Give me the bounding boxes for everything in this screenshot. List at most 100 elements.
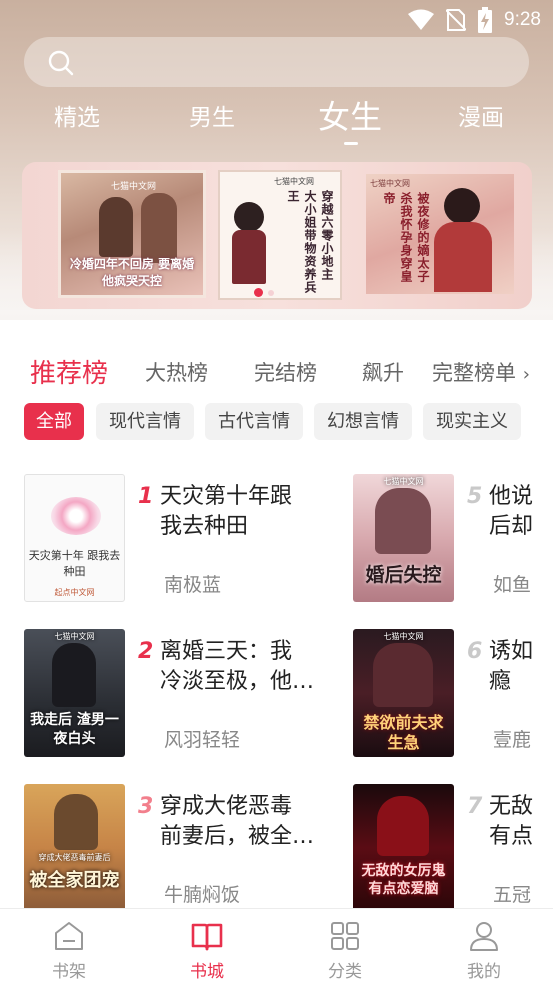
no-sim-icon xyxy=(446,9,467,31)
grid-icon xyxy=(331,922,359,950)
status-icons: 9:28 xyxy=(408,7,541,33)
ranking-tabs: 推荐榜 大热榜 完结榜 飙升 完整榜单 › xyxy=(0,345,553,395)
chip-fantasy-romance[interactable]: 幻想言情 xyxy=(314,403,412,440)
book-author: 南极蓝 xyxy=(164,574,222,596)
nav-label: 分类 xyxy=(328,962,362,982)
search-input[interactable] xyxy=(24,37,529,87)
full-ranking-label: 完整榜单 xyxy=(432,361,516,385)
promo-banner[interactable]: 七猫中文网 冷婚四年不回房 要离婚他疯哭天控 七猫中文网 穿越六零小地主 大小姐… xyxy=(22,162,532,309)
carousel-dot[interactable] xyxy=(268,290,274,296)
book-title: 离婚三天：我 冷淡至极，他… xyxy=(160,637,330,697)
battery-charging-icon xyxy=(478,7,493,33)
banner-publisher-2: 七猫中文网 xyxy=(274,177,314,186)
cover-art xyxy=(373,643,433,707)
book-cover[interactable]: 天灾第十年 跟我去种田 起点中文网 xyxy=(24,474,125,602)
nav-profile[interactable]: 我的 xyxy=(449,919,519,982)
nav-categories[interactable]: 分类 xyxy=(310,919,380,982)
cover-publisher: 七猫中文网 xyxy=(54,632,95,641)
carousel-dot-active[interactable] xyxy=(254,288,263,297)
channel-tabs: 精选 男生 女生 漫画 xyxy=(0,92,553,152)
rank-number: 7 xyxy=(467,794,483,819)
book-title-line: 有点 xyxy=(489,824,534,849)
rank-number: 1 xyxy=(138,484,154,509)
book-title-line: 后却 xyxy=(489,514,534,539)
cover-art xyxy=(377,796,429,856)
book-cover[interactable]: 七猫中文网 我走后 渣男一夜白头 xyxy=(24,629,125,757)
tab-male[interactable]: 男生 xyxy=(189,98,235,132)
book-cover[interactable]: 穿成大佬恶毒前妻后 被全家团宠 xyxy=(24,784,125,908)
rank-number: 5 xyxy=(467,484,483,509)
book-item[interactable]: 天灾第十年 跟我去种田 起点中文网 1 天灾第十年跟 我去种田 南极蓝 xyxy=(24,474,324,604)
bookshelf-icon xyxy=(55,922,83,950)
book-author: 牛腩焖饭 xyxy=(164,884,241,906)
user-icon xyxy=(470,922,498,951)
tab-indicator xyxy=(344,142,358,145)
cover-title: 我走后 渣男一夜白头 xyxy=(30,712,119,747)
rank-tab-completed[interactable]: 完结榜 xyxy=(254,357,317,387)
rank-number: 3 xyxy=(138,794,154,819)
book-author: 五冠 xyxy=(493,884,532,906)
search-icon xyxy=(48,50,74,76)
book-cover[interactable]: 七猫中文网 婚后失控 xyxy=(353,474,454,602)
cover-art xyxy=(52,643,96,707)
nav-label: 我的 xyxy=(467,962,501,982)
banner-cover-1[interactable]: 七猫中文网 冷婚四年不回房 要离婚他疯哭天控 xyxy=(58,170,206,298)
chip-all[interactable]: 全部 xyxy=(24,403,84,440)
chip-realism[interactable]: 现实主义 xyxy=(423,403,521,440)
nav-label: 书架 xyxy=(52,962,86,982)
book-item[interactable]: 穿成大佬恶毒前妻后 被全家团宠 3 穿成大佬恶毒 前妻后，被全… 牛腩焖饭 xyxy=(24,784,324,908)
wifi-icon xyxy=(408,9,435,30)
book-title-line: 离婚三天：我 xyxy=(160,639,293,664)
book-title-line: 他说 xyxy=(489,484,534,509)
book-title: 天灾第十年跟 我去种田 xyxy=(160,482,320,542)
banner-figure xyxy=(444,188,480,224)
banner-cover-2[interactable]: 七猫中文网 穿越六零小地主 大小姐带物资养兵王 xyxy=(218,170,342,300)
rank-number: 6 xyxy=(467,639,483,664)
banner-figure xyxy=(141,193,177,263)
cover-publisher: 七猫中文网 xyxy=(383,632,424,641)
book-item[interactable]: 七猫中文网 婚后失控 5 他说 后却 如鱼 xyxy=(353,474,553,604)
book-title-line: 穿成大佬恶毒 xyxy=(160,794,293,819)
book-cover[interactable]: 无敌的女厉鬼有点恋爱脑 xyxy=(353,784,454,908)
banner-title-2: 穿越六零小地主 大小姐带物资养兵王 xyxy=(286,190,334,294)
banner-title-1: 冷婚四年不回房 要离婚他疯哭天控 xyxy=(69,257,195,288)
nav-bookshelf[interactable]: 书架 xyxy=(34,919,104,982)
book-item[interactable]: 七猫中文网 禁欲前夫求生急 6 诱如 瘾 壹鹿 xyxy=(353,629,553,759)
rank-tab-rising[interactable]: 飙升 xyxy=(362,357,404,387)
rank-tab-hot[interactable]: 大热榜 xyxy=(145,357,208,387)
book-title-line: 瘾 xyxy=(489,669,512,694)
banner-figure xyxy=(99,197,133,257)
book-item[interactable]: 七猫中文网 我走后 渣男一夜白头 2 离婚三天：我 冷淡至极，他… 风羽轻轻 xyxy=(24,629,324,759)
book-cover[interactable]: 七猫中文网 禁欲前夫求生急 xyxy=(353,629,454,757)
cover-publisher: 七猫中文网 xyxy=(383,477,424,486)
clock: 9:28 xyxy=(504,9,541,30)
nav-bookstore[interactable]: 书城 xyxy=(172,919,242,982)
cover-title: 被全家团宠 xyxy=(29,870,120,891)
book-author: 风羽轻轻 xyxy=(164,729,241,751)
cover-title: 禁欲前夫求生急 xyxy=(363,713,444,752)
full-ranking-link[interactable]: 完整榜单 › xyxy=(432,357,553,387)
chip-ancient-romance[interactable]: 古代言情 xyxy=(205,403,303,440)
tab-female[interactable]: 女生 xyxy=(318,92,382,138)
tab-jingxuan[interactable]: 精选 xyxy=(54,98,100,132)
chip-modern-romance[interactable]: 现代言情 xyxy=(96,403,194,440)
book-title-line: 我去种田 xyxy=(160,514,249,539)
banner-figure xyxy=(234,202,264,232)
book-item[interactable]: 无敌的女厉鬼有点恋爱脑 7 无敌 有点 五冠 xyxy=(353,784,553,908)
book-title-line: 诱如 xyxy=(489,639,534,664)
book-author: 壹鹿 xyxy=(493,729,532,751)
cover-art xyxy=(54,794,98,850)
banner-figure xyxy=(232,230,266,284)
rank-tab-recommended[interactable]: 推荐榜 xyxy=(30,353,108,390)
banner-figure xyxy=(434,222,492,292)
bottom-navigation: 书架 书城 分类 我的 xyxy=(0,908,553,983)
banner-cover-3[interactable]: 七猫中文网 被夜修的嫡太子 杀我怀孕身穿皇帝 xyxy=(366,174,514,294)
open-book-icon xyxy=(191,923,223,951)
banner-title-3: 被夜修的嫡太子 杀我怀孕身穿皇帝 xyxy=(382,192,430,283)
tab-comics[interactable]: 漫画 xyxy=(458,98,504,132)
cover-publisher: 起点中文网 xyxy=(54,588,95,597)
book-title-line: 无敌 xyxy=(489,794,534,819)
book-title: 诱如 瘾 xyxy=(489,637,553,697)
book-title-line: 冷淡至极，他… xyxy=(160,669,315,694)
chevron-right-icon: › xyxy=(522,364,530,385)
